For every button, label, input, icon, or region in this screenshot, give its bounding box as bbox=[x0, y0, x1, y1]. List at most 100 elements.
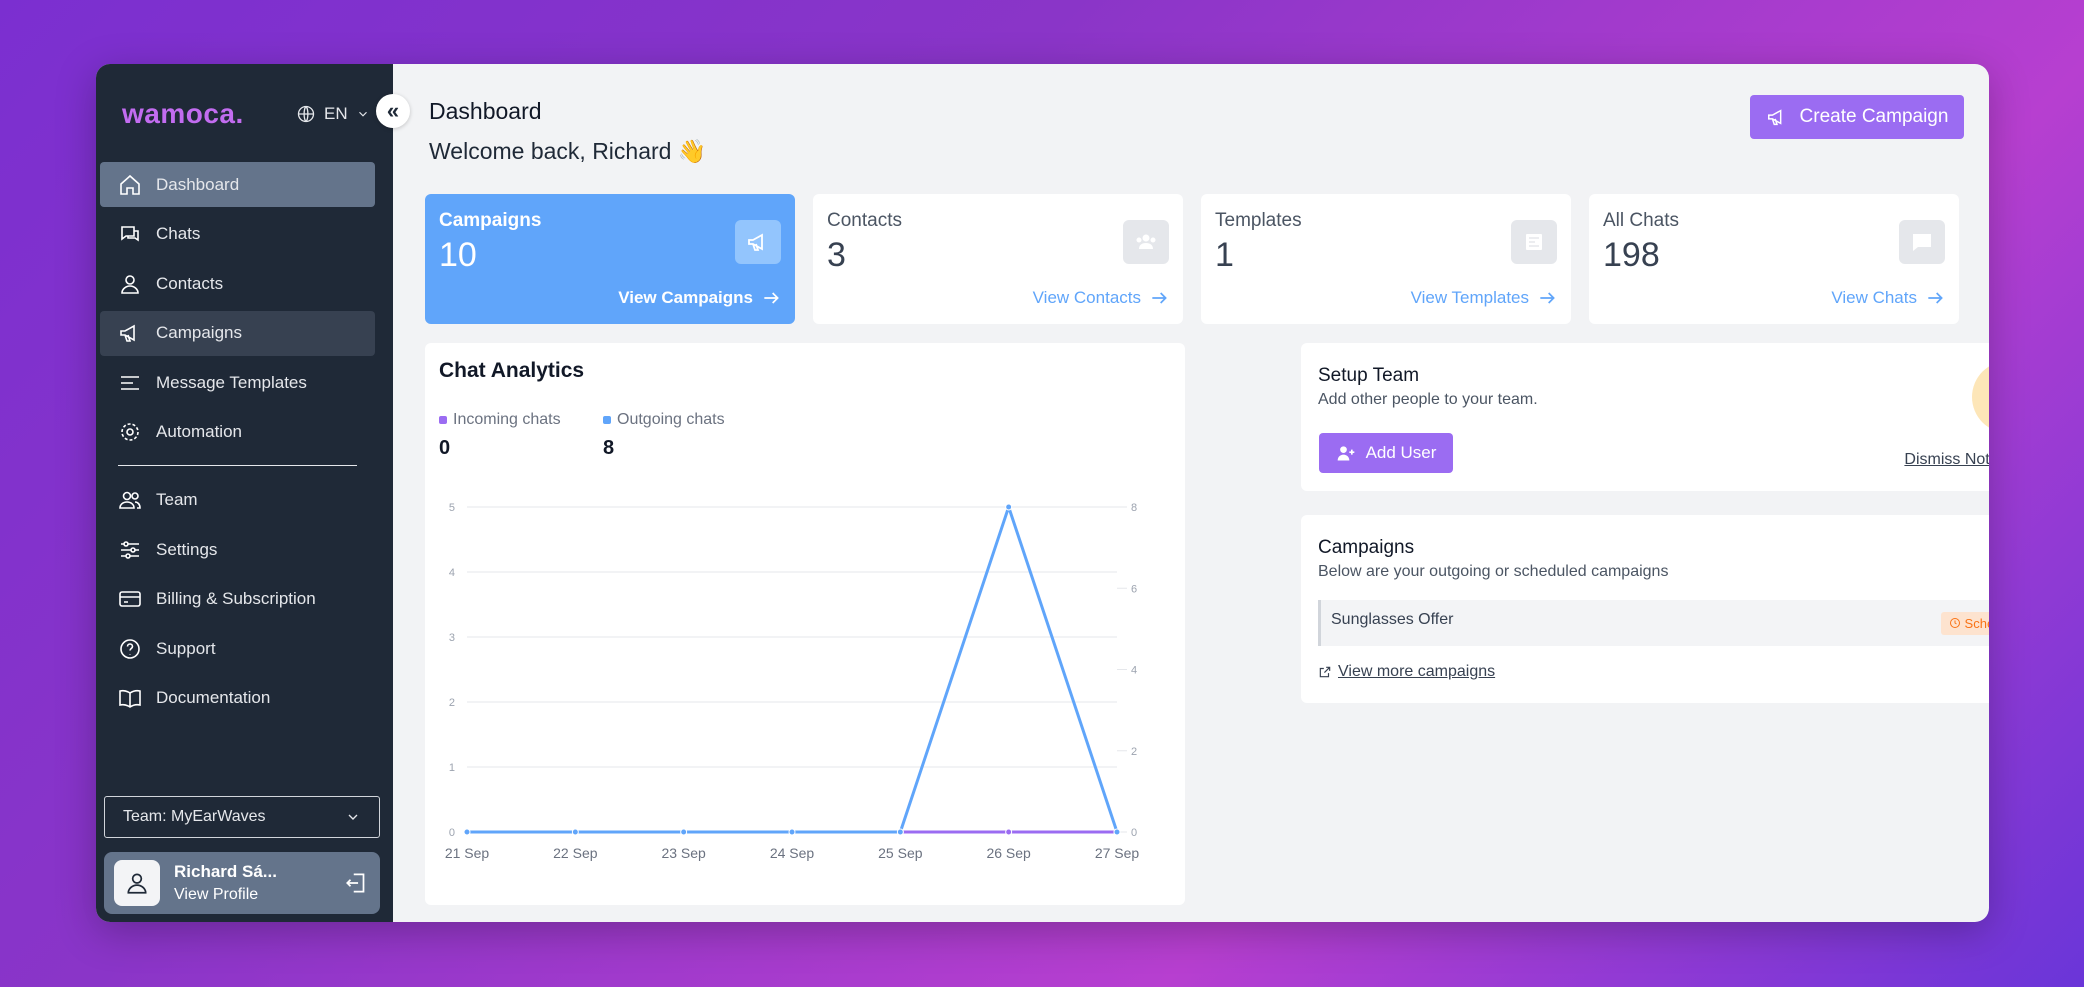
profile-name: Richard Sá... bbox=[174, 862, 277, 881]
sidebar-item-chats[interactable]: Chats bbox=[100, 212, 375, 257]
legend-outgoing[interactable]: Outgoing chats bbox=[603, 411, 725, 429]
data-point bbox=[571, 828, 579, 836]
data-point bbox=[680, 828, 688, 836]
legend-incoming-label: Incoming chats bbox=[453, 411, 561, 428]
language-selector[interactable]: EN bbox=[296, 104, 370, 124]
team-icon bbox=[1988, 377, 1989, 417]
view-chats-link[interactable]: View Chats bbox=[1831, 288, 1945, 308]
help-icon bbox=[120, 638, 140, 659]
chevron-down-icon bbox=[348, 814, 358, 820]
sidebar-item-label: Dashboard bbox=[156, 174, 240, 194]
stat-label: All Chats bbox=[1603, 210, 1680, 231]
y-left-tick-label: 1 bbox=[449, 762, 455, 774]
sidebar-item-label: Contacts bbox=[156, 273, 224, 293]
outgoing-count: 8 bbox=[603, 437, 615, 459]
stat-link-label: View Contacts bbox=[1032, 288, 1141, 307]
globe-icon bbox=[297, 105, 315, 123]
sidebar-item-label: Settings bbox=[156, 539, 218, 559]
sidebar-item-label: Documentation bbox=[156, 688, 271, 707]
y-left-tick-label: 5 bbox=[449, 502, 455, 514]
external-link-icon bbox=[1319, 666, 1331, 678]
y-left-tick-label: 2 bbox=[449, 697, 455, 709]
create-campaign-label: Create Campaign bbox=[1799, 106, 1949, 127]
x-tick-label: 21 Sep bbox=[445, 845, 490, 861]
legend-swatch-incoming bbox=[439, 416, 447, 424]
home-icon bbox=[120, 174, 140, 195]
data-point bbox=[1113, 828, 1121, 836]
profile-card[interactable]: Richard Sá... View Profile bbox=[104, 852, 380, 914]
stat-value: 1 bbox=[1215, 236, 1234, 274]
dismiss-notification-link[interactable]: Dismiss Notification bbox=[1904, 451, 1989, 469]
stat-label: Templates bbox=[1215, 210, 1302, 231]
team-select[interactable]: Team: MyEarWaves bbox=[104, 796, 380, 838]
sidebar: wamoca. EN « Dashboard Chats Contacts Ca… bbox=[96, 64, 410, 922]
x-tick-label: 23 Sep bbox=[661, 845, 706, 861]
incoming-count: 0 bbox=[439, 437, 451, 459]
x-tick-label: 24 Sep bbox=[770, 845, 815, 861]
campaigns-panel-title: Campaigns bbox=[1318, 537, 1415, 558]
sidebar-nav: Dashboard Chats Contacts Campaigns Messa… bbox=[100, 162, 375, 725]
stat-icon-box bbox=[1511, 220, 1557, 264]
sidebar-item-label: Message Templates bbox=[156, 372, 307, 392]
create-campaign-button[interactable]: Create Campaign bbox=[1750, 95, 1964, 139]
sidebar-item-documentation[interactable]: Documentation bbox=[100, 676, 375, 721]
megaphone-icon bbox=[120, 324, 135, 342]
stat-icon-box bbox=[1899, 220, 1945, 264]
language-label: EN bbox=[324, 104, 348, 123]
collapse-sidebar-button[interactable]: « bbox=[376, 94, 410, 128]
add-user-button[interactable]: Add User bbox=[1319, 433, 1453, 473]
stat-value: 10 bbox=[439, 236, 477, 274]
sidebar-item-team[interactable]: Team bbox=[100, 478, 375, 523]
data-point bbox=[896, 828, 904, 836]
status-badge-label: Scheduled bbox=[1964, 615, 1989, 631]
sliders-icon bbox=[121, 540, 139, 559]
arrow-right-icon bbox=[764, 292, 779, 304]
sidebar-item-message-templates[interactable]: Message Templates bbox=[100, 360, 375, 405]
legend-swatch-outgoing bbox=[603, 416, 611, 424]
sidebar-item-support[interactable]: Support bbox=[100, 626, 375, 671]
sidebar-item-billing[interactable]: Billing & Subscription bbox=[100, 577, 375, 622]
legend-outgoing-label: Outgoing chats bbox=[617, 411, 725, 428]
stat-link-label: View Templates bbox=[1410, 288, 1529, 307]
megaphone-icon bbox=[748, 233, 763, 251]
add-user-label: Add User bbox=[1365, 443, 1437, 462]
y-right-tick-label: 0 bbox=[1131, 827, 1137, 839]
view-more-campaigns-link[interactable]: View more campaigns bbox=[1318, 663, 1495, 681]
sidebar-item-automation[interactable]: Automation bbox=[100, 410, 375, 455]
stat-value: 198 bbox=[1603, 236, 1660, 274]
view-campaigns-link[interactable]: View Campaigns bbox=[618, 288, 781, 308]
sidebar-item-contacts[interactable]: Contacts bbox=[100, 261, 375, 306]
double-chevron-left-icon: « bbox=[386, 98, 400, 123]
user-plus-icon bbox=[1337, 446, 1354, 461]
setup-team-panel: Setup Team Add other people to your team… bbox=[1301, 343, 1989, 491]
view-contacts-link[interactable]: View Contacts bbox=[1033, 288, 1169, 308]
megaphone-icon bbox=[1767, 109, 1781, 126]
y-right-tick-label: 4 bbox=[1131, 665, 1137, 677]
sidebar-item-campaigns[interactable]: Campaigns bbox=[100, 310, 375, 356]
app-window: wamoca. EN « Dashboard Chats Contacts Ca… bbox=[96, 64, 1989, 922]
campaigns-panel: Campaigns Below are your outgoing or sch… bbox=[1301, 515, 1989, 703]
users-icon bbox=[1136, 234, 1156, 249]
stat-label: Contacts bbox=[827, 210, 902, 231]
card-icon bbox=[119, 591, 141, 607]
clock-icon bbox=[1949, 618, 1960, 628]
sidebar-divider bbox=[118, 464, 357, 466]
sidebar-item-settings[interactable]: Settings bbox=[100, 527, 375, 572]
logout-icon[interactable] bbox=[344, 870, 370, 896]
sidebar-item-label: Automation bbox=[156, 422, 242, 441]
message-icon bbox=[1913, 234, 1931, 251]
campaign-row[interactable]: Sunglasses Offer Scheduled bbox=[1318, 600, 1989, 646]
analytics-title: Chat Analytics bbox=[439, 359, 585, 382]
y-left-tick-label: 3 bbox=[449, 632, 455, 644]
view-templates-link[interactable]: View Templates bbox=[1411, 288, 1557, 308]
team-icon bbox=[119, 491, 141, 509]
sidebar-item-dashboard[interactable]: Dashboard bbox=[100, 162, 375, 207]
sidebar-item-label: Chats bbox=[156, 224, 201, 243]
legend-incoming[interactable]: Incoming chats bbox=[439, 411, 561, 429]
view-profile-link[interactable]: View Profile bbox=[174, 886, 330, 904]
page-title: Dashboard bbox=[429, 98, 542, 124]
series-line bbox=[467, 505, 1119, 834]
arrow-right-icon bbox=[1928, 292, 1943, 304]
avatar bbox=[114, 860, 160, 906]
x-tick-label: 25 Sep bbox=[878, 845, 923, 861]
